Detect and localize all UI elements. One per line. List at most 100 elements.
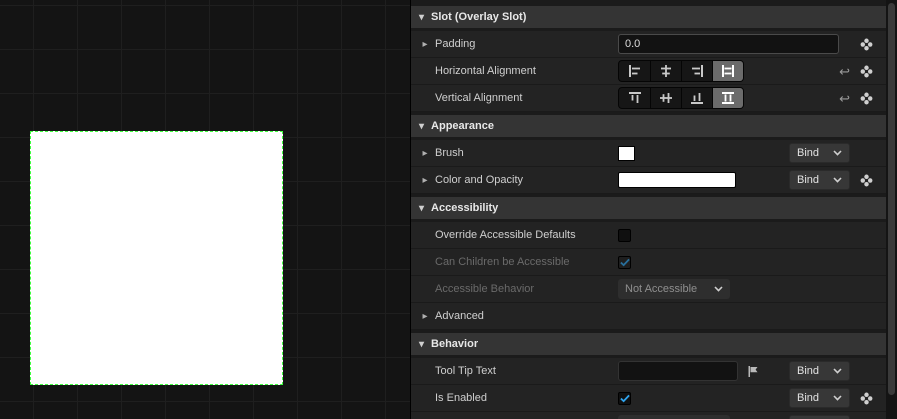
section-header-behavior[interactable]: ▾ Behavior bbox=[411, 333, 887, 355]
label-col: Tool Tip Text bbox=[419, 365, 618, 377]
property-label: Is Enabled bbox=[435, 392, 487, 404]
section-header-accessibility[interactable]: ▾ Accessibility bbox=[411, 197, 887, 219]
label-col: Accessible Behavior bbox=[419, 283, 618, 295]
chevron-down-icon bbox=[833, 177, 842, 183]
property-label: Advanced bbox=[435, 310, 484, 322]
can-children-be-accessible-checkbox bbox=[618, 255, 631, 269]
property-label: Can Children be Accessible bbox=[435, 256, 570, 268]
designer-canvas[interactable] bbox=[0, 0, 410, 419]
bind-button[interactable]: Bind bbox=[789, 143, 850, 163]
accessible-behavior-dropdown: Not Accessible bbox=[618, 279, 730, 299]
horizontal-alignment-control bbox=[618, 60, 744, 82]
bind-label: Bind bbox=[797, 174, 820, 186]
collapse-arrow-icon: ▾ bbox=[419, 202, 425, 214]
bind-label: Bind bbox=[797, 147, 820, 159]
row-brush: ▸ Brush Bind bbox=[411, 140, 887, 167]
halign-fill-button[interactable] bbox=[712, 61, 743, 81]
row-advanced[interactable]: ▸ Advanced bbox=[411, 303, 887, 330]
bind-button[interactable]: Bind bbox=[789, 415, 850, 419]
brush-color-swatch[interactable] bbox=[618, 145, 635, 161]
row-accessible-behavior: Accessible Behavior Not Accessible bbox=[411, 276, 887, 303]
row-color-and-opacity: ▸ Color and Opacity Bind bbox=[411, 167, 887, 194]
label-col: Is Enabled bbox=[419, 392, 618, 404]
add-keyframe-icon[interactable] bbox=[859, 64, 873, 78]
label-col: ▸ Color and Opacity bbox=[419, 174, 618, 186]
expander-icon[interactable]: ▸ bbox=[419, 311, 431, 322]
valign-center-button[interactable] bbox=[650, 88, 681, 108]
row-actions: Bind bbox=[789, 170, 873, 190]
row-is-enabled: Is Enabled Bind bbox=[411, 385, 887, 412]
chevron-down-icon bbox=[833, 150, 842, 156]
dropdown-value: Not Accessible bbox=[625, 283, 698, 295]
override-accessible-defaults-checkbox[interactable] bbox=[618, 228, 631, 242]
row-actions: Bind bbox=[789, 415, 873, 419]
bind-label: Bind bbox=[797, 392, 820, 404]
section-header-slot[interactable]: ▾ Slot (Overlay Slot) bbox=[411, 6, 887, 28]
section-title: Appearance bbox=[431, 120, 495, 132]
row-can-children-be-accessible: Can Children be Accessible bbox=[411, 249, 887, 276]
valign-bottom-button[interactable] bbox=[681, 88, 712, 108]
selected-widget[interactable] bbox=[30, 131, 283, 385]
bind-button[interactable]: Bind bbox=[789, 388, 850, 408]
row-actions: ↩ bbox=[839, 64, 873, 78]
expander-icon[interactable]: ▸ bbox=[419, 148, 431, 159]
reset-to-default-icon[interactable]: ↩ bbox=[839, 92, 850, 105]
property-label: Brush bbox=[435, 147, 464, 159]
property-label: Color and Opacity bbox=[435, 174, 524, 186]
add-keyframe-icon[interactable] bbox=[859, 37, 873, 51]
bind-button[interactable]: Bind bbox=[789, 170, 850, 190]
localization-flag-icon[interactable] bbox=[745, 364, 759, 378]
reset-to-default-icon[interactable]: ↩ bbox=[839, 65, 850, 78]
section-title: Behavior bbox=[431, 338, 479, 350]
section-header-appearance[interactable]: ▾ Appearance bbox=[411, 115, 887, 137]
value-col bbox=[618, 255, 887, 269]
chevron-down-icon bbox=[714, 286, 723, 292]
row-tool-tip-text: Tool Tip Text Bind bbox=[411, 358, 887, 385]
tool-tip-text-input[interactable] bbox=[618, 361, 738, 381]
is-enabled-checkbox[interactable] bbox=[618, 391, 631, 405]
expander-icon[interactable]: ▸ bbox=[419, 175, 431, 186]
row-vertical-alignment: Vertical Alignment ↩ bbox=[411, 85, 887, 112]
row-padding: ▸ Padding bbox=[411, 31, 887, 58]
property-label: Tool Tip Text bbox=[435, 365, 496, 377]
add-keyframe-icon[interactable] bbox=[859, 391, 873, 405]
valign-top-button[interactable] bbox=[619, 88, 650, 108]
halign-center-button[interactable] bbox=[650, 61, 681, 81]
label-col: ▸ Advanced bbox=[419, 310, 618, 322]
property-label: Vertical Alignment bbox=[435, 92, 523, 104]
property-label: Horizontal Alignment bbox=[435, 65, 536, 77]
label-col: Horizontal Alignment bbox=[419, 65, 618, 77]
property-label: Accessible Behavior bbox=[435, 283, 535, 295]
chevron-down-icon bbox=[833, 395, 842, 401]
row-horizontal-alignment: Horizontal Alignment ↩ bbox=[411, 58, 887, 85]
valign-fill-button[interactable] bbox=[712, 88, 743, 108]
value-col bbox=[618, 228, 887, 242]
row-visibility: Visibility Visible Bind bbox=[411, 412, 887, 419]
halign-right-button[interactable] bbox=[681, 61, 712, 81]
bind-label: Bind bbox=[797, 365, 820, 377]
add-keyframe-icon[interactable] bbox=[859, 91, 873, 105]
value-col: ↩ bbox=[618, 60, 887, 82]
icon-spacer bbox=[859, 146, 873, 160]
halign-left-button[interactable] bbox=[619, 61, 650, 81]
padding-input[interactable] bbox=[618, 34, 839, 54]
color-opacity-swatch[interactable] bbox=[618, 172, 736, 188]
label-col: ▸ Brush bbox=[419, 147, 618, 159]
value-col: Visible Bind bbox=[618, 415, 887, 419]
row-actions: Bind bbox=[789, 388, 873, 408]
row-actions bbox=[859, 37, 873, 51]
expander-icon[interactable]: ▸ bbox=[419, 39, 431, 50]
details-panel: ▾ Slot (Overlay Slot) ▸ Padding 0.0 Hori… bbox=[410, 0, 897, 419]
label-col: Vertical Alignment bbox=[419, 92, 618, 104]
visibility-dropdown[interactable]: Visible bbox=[618, 415, 730, 419]
bind-button[interactable]: Bind bbox=[789, 361, 850, 381]
scrollbar-thumb[interactable] bbox=[888, 3, 895, 395]
collapse-arrow-icon: ▾ bbox=[419, 338, 425, 350]
vertical-alignment-control bbox=[618, 87, 744, 109]
add-keyframe-icon[interactable] bbox=[859, 173, 873, 187]
icon-spacer bbox=[859, 364, 873, 378]
value-col: ↩ bbox=[618, 87, 887, 109]
details-scrollbar[interactable] bbox=[886, 0, 897, 419]
chevron-down-icon bbox=[833, 368, 842, 374]
collapse-arrow-icon: ▾ bbox=[419, 120, 425, 132]
